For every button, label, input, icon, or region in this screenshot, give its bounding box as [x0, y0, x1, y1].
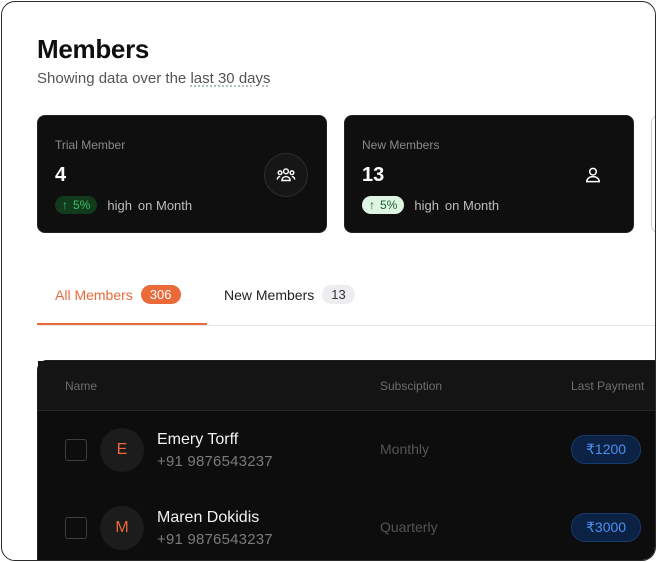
row-checkbox[interactable]: [65, 517, 87, 539]
member-name: Emery Torff: [157, 431, 239, 448]
subscription-type: Monthly: [380, 441, 430, 457]
tabs-divider: [37, 325, 655, 326]
stat-card-partial: [651, 115, 655, 233]
column-header-last-payment[interactable]: Last Payment: [571, 379, 644, 393]
trend-percent: 5%: [73, 198, 91, 212]
trend-period: on Month: [137, 197, 193, 213]
member-tabs: All Members 306 New Members 13: [37, 272, 655, 326]
payment-badge: ₹1200: [571, 435, 642, 464]
subscription-type: Quarterly: [380, 519, 438, 535]
page-subtitle: Showing data over the last 30 days: [37, 70, 271, 87]
stat-trend: ↑ 5% high on Month: [362, 196, 499, 214]
trend-badge: ↑ 5%: [362, 196, 405, 214]
arrow-up-icon: ↑: [369, 198, 375, 212]
table-row[interactable]: M Maren Dokidis +91 9876543237 Quarterly…: [38, 489, 655, 560]
tab-all-members[interactable]: All Members 306: [55, 285, 181, 304]
arrow-up-icon: ↑: [62, 198, 68, 212]
date-range-link[interactable]: last 30 days: [190, 70, 270, 87]
avatar: M: [100, 506, 144, 550]
column-header-subscription[interactable]: Subsciption: [380, 379, 442, 393]
stat-value: 13: [362, 164, 385, 186]
table-row[interactable]: E Emery Torff +91 9876543237 Monthly ₹12…: [38, 411, 655, 489]
stat-label: Trial Member: [55, 138, 126, 152]
trend-badge: ↑ 5%: [55, 196, 98, 214]
tab-label: New Members: [224, 286, 315, 303]
row-checkbox[interactable]: [65, 439, 87, 461]
stat-label: New Members: [362, 138, 440, 152]
active-tab-indicator: [37, 323, 207, 325]
user-icon: [571, 153, 615, 197]
trend-period: on Month: [444, 197, 500, 213]
tab-count-badge: 306: [140, 285, 181, 304]
column-header-name[interactable]: Name: [65, 379, 97, 393]
members-page: Members Showing data over the last 30 da…: [1, 1, 656, 561]
page-title: Members: [37, 34, 150, 64]
member-phone: +91 9876543237: [157, 531, 273, 548]
subtitle-text: Showing data over the: [37, 70, 187, 87]
trend-word: high: [107, 197, 132, 213]
trend-word: high: [414, 197, 439, 213]
member-name: Maren Dokidis: [157, 509, 260, 526]
stat-card-trial-member: Trial Member 4 ↑ 5% high on Month: [37, 115, 327, 233]
payment-badge: ₹3000: [571, 513, 642, 542]
users-group-icon: [264, 153, 308, 197]
stat-value: 4: [55, 164, 67, 186]
member-phone: +91 9876543237: [157, 453, 273, 470]
stat-trend: ↑ 5% high on Month: [55, 196, 192, 214]
table-header: Name Subsciption Last Payment: [38, 361, 655, 411]
trend-percent: 5%: [380, 198, 398, 212]
members-table: Name Subsciption Last Payment E Emery To…: [37, 360, 655, 560]
tab-new-members[interactable]: New Members 13: [224, 285, 355, 304]
tab-count-badge: 13: [322, 285, 355, 304]
tab-label: All Members: [55, 286, 133, 303]
avatar: E: [100, 428, 144, 472]
stat-card-new-members: New Members 13 ↑ 5% high on Month: [344, 115, 634, 233]
